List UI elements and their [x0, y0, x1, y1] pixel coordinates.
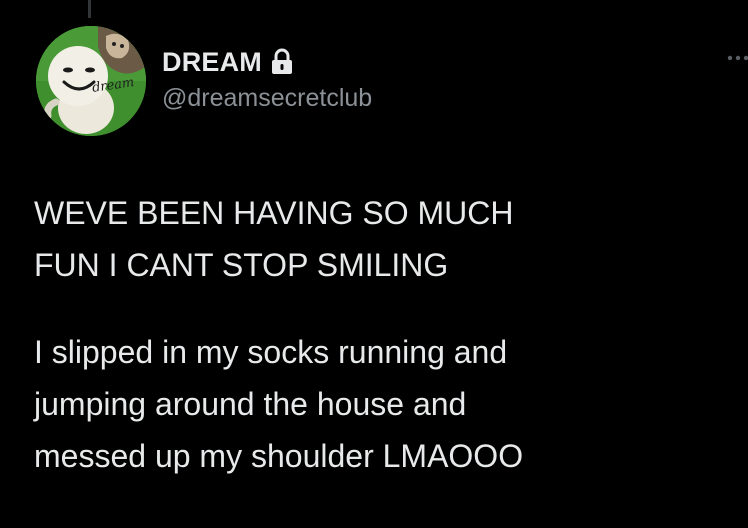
lock-icon	[272, 48, 292, 74]
name-row: DREAM	[162, 44, 372, 80]
more-dots-icon[interactable]	[726, 54, 748, 62]
avatar[interactable]: dream	[36, 26, 146, 136]
thread-connector-line	[88, 0, 91, 18]
tweet-text-paragraph-2: I slipped in my socks running and jumpin…	[34, 334, 524, 474]
author-info[interactable]: DREAM @dreamsecretclub	[162, 44, 372, 113]
username-handle[interactable]: @dreamsecretclub	[162, 84, 372, 113]
display-name[interactable]: DREAM	[162, 47, 262, 78]
tweet-text-paragraph-1: WEVE BEEN HAVING SO MUCH FUN I CANT STOP…	[34, 195, 514, 283]
